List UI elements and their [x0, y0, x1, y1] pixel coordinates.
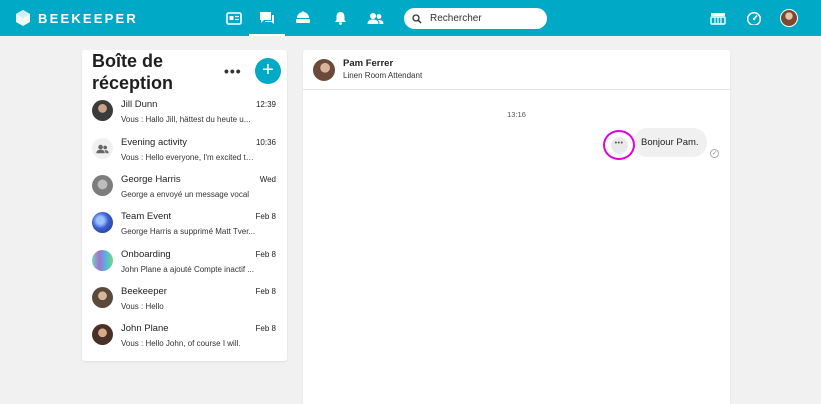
search-bar[interactable] — [404, 8, 547, 29]
conversation-item[interactable]: George Harris Wed George a envoyé un mes… — [82, 171, 287, 207]
avatar — [92, 212, 113, 233]
group-icon — [92, 138, 113, 159]
conversation-name: Evening activity — [121, 137, 188, 148]
conversation-preview: George a envoyé un message vocal — [121, 190, 250, 199]
user-avatar[interactable] — [780, 9, 798, 27]
conversation-name: George Harris — [121, 174, 181, 185]
avatar — [92, 250, 113, 271]
conversation-item[interactable]: Jill Dunn 12:39 Vous : Hallo Jill, hätte… — [82, 96, 287, 132]
conversation-name: Beekeeper — [121, 286, 167, 297]
people-icon[interactable] — [363, 7, 387, 29]
conversation-time: Feb 8 — [255, 324, 276, 333]
conversation-time: Feb 8 — [255, 250, 276, 259]
conversation-item[interactable]: Team Event Feb 8 George Harris a supprim… — [82, 208, 287, 244]
beekeeper-logo-icon — [16, 10, 30, 26]
contact-name: Pam Ferrer — [343, 58, 394, 69]
dashboard-icon[interactable] — [742, 7, 766, 29]
top-bar: BEEKEEPER — [0, 0, 821, 36]
conversation-name: Onboarding — [121, 249, 171, 260]
conversation-time: Wed — [259, 175, 276, 184]
conversation-time: Feb 8 — [255, 212, 276, 221]
conversation-preview: Vous : Hello John, of course I will. — [121, 339, 241, 348]
conversation-preview: George Harris a supprimé Matt Tver... — [121, 227, 256, 236]
conversation-name: Jill Dunn — [121, 99, 158, 110]
brand-name: BEEKEEPER — [38, 10, 138, 26]
avatar — [92, 100, 113, 121]
inbox-more-icon[interactable]: ••• — [224, 63, 242, 79]
message-bubble[interactable]: Bonjour Pam. — [633, 128, 707, 157]
read-receipt-icon: ✓ — [710, 149, 719, 158]
compose-button[interactable]: + — [255, 58, 281, 84]
contact-role: Linen Room Attendant — [343, 71, 423, 80]
inbox-title: Boîte de réception — [92, 51, 174, 93]
more-icon: ••• — [610, 136, 628, 154]
conversation-item[interactable]: Evening activity 10:36 Vous : Hello ever… — [82, 134, 287, 170]
message-options-button[interactable]: ••• — [603, 130, 635, 160]
avatar[interactable] — [313, 59, 335, 81]
conversation-item[interactable]: Beekeeper Feb 8 Vous : Hello — [82, 283, 287, 319]
message-timestamp: 13:16 — [507, 110, 526, 119]
conversation-preview: Vous : Hello everyone, I'm excited to... — [121, 153, 256, 162]
avatar — [92, 324, 113, 345]
chat-panel: Pam Ferrer Linen Room Attendant 13:16 Bo… — [303, 50, 730, 404]
news-feed-icon[interactable] — [222, 7, 246, 29]
avatar — [92, 287, 113, 308]
message-text: Bonjour Pam. — [641, 137, 699, 148]
streams-icon[interactable] — [706, 7, 730, 29]
launcher-icon[interactable] — [291, 7, 315, 29]
conversation-item[interactable]: Onboarding Feb 8 John Plane a ajouté Com… — [82, 246, 287, 282]
search-icon — [412, 13, 422, 23]
conversation-time: 12:39 — [255, 100, 276, 109]
conversation-preview: Vous : Hello — [121, 302, 164, 311]
inbox-panel: Boîte de réception ••• + Jill Dunn 12:39… — [82, 50, 287, 361]
conversation-time: 10:36 — [255, 138, 276, 147]
conversation-name: John Plane — [121, 323, 169, 334]
chat-header[interactable]: Pam Ferrer Linen Room Attendant — [303, 50, 730, 90]
notifications-icon[interactable] — [328, 7, 352, 29]
conversation-preview: Vous : Hallo Jill, hättest du heute u... — [121, 115, 251, 124]
avatar — [92, 175, 113, 196]
search-input[interactable] — [430, 13, 540, 24]
conversation-preview: John Plane a ajouté Compte inactif ... — [121, 265, 254, 274]
conversation-name: Team Event — [121, 211, 172, 222]
beekeeper-logo[interactable]: BEEKEEPER — [14, 9, 138, 27]
conversation-time: Feb 8 — [255, 287, 276, 296]
conversation-item[interactable]: John Plane Feb 8 Vous : Hello John, of c… — [82, 320, 287, 356]
messages-icon[interactable] — [249, 7, 285, 36]
